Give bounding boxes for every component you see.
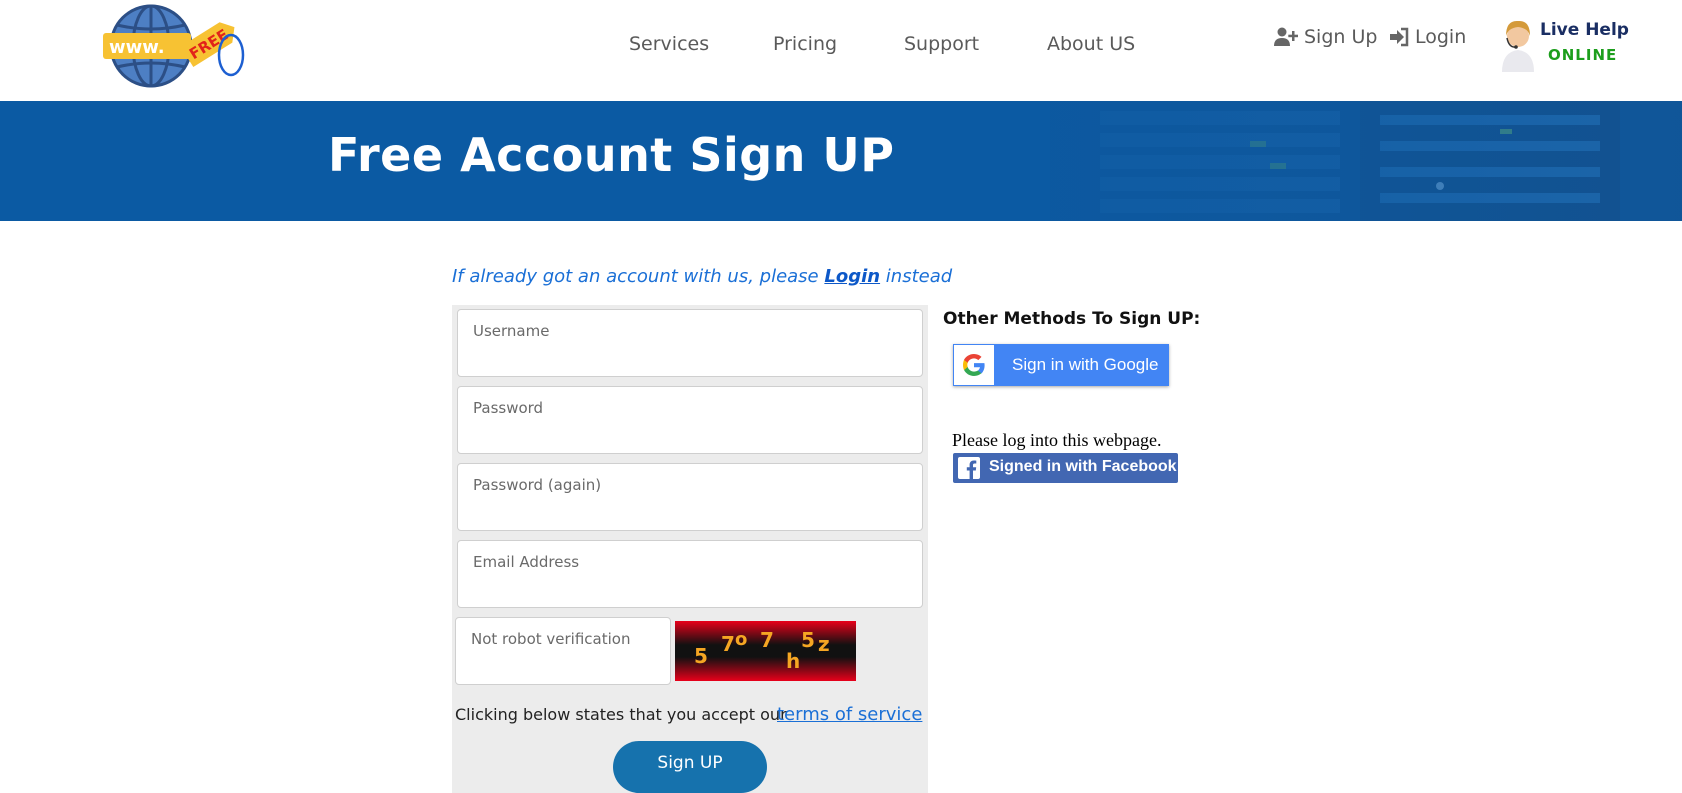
live-help-badge[interactable]: Live Help ONLINE [1496, 16, 1630, 72]
captcha-char: h [786, 649, 800, 673]
header-signup-link[interactable]: Sign Up [1274, 26, 1377, 48]
login-hint-suffix: instead [880, 266, 953, 287]
sign-in-icon [1390, 27, 1409, 47]
live-help-title: Live Help [1540, 20, 1629, 40]
captcha-char: 5 [694, 644, 708, 668]
password-input[interactable] [458, 387, 922, 453]
password-again-field: Password (again) [457, 463, 923, 531]
site-header: www. FREE Services Pricing Support About… [0, 0, 1682, 101]
google-icon-box [954, 345, 994, 385]
facebook-note: Please log into this webpage. [952, 430, 1162, 450]
facebook-signin-label: Signed in with Facebook [989, 458, 1177, 475]
support-agent-icon [1502, 20, 1534, 72]
login-hint-link[interactable]: Login [824, 266, 880, 287]
password-field: Password [457, 386, 923, 454]
nav-about-us[interactable]: About US [1047, 33, 1135, 55]
username-input[interactable] [458, 310, 922, 376]
facebook-signin-button[interactable]: Signed in with Facebook [953, 453, 1178, 483]
email-field: Email Address [457, 540, 923, 608]
captcha-input[interactable] [456, 618, 674, 686]
page-banner: Free Account Sign UP [0, 101, 1682, 221]
page-title: Free Account Sign UP [328, 128, 895, 182]
nav-pricing[interactable]: Pricing [773, 33, 837, 55]
signup-form: Username Password Password (again) Email… [452, 305, 928, 793]
nav-support[interactable]: Support [904, 33, 979, 55]
email-input[interactable] [458, 541, 922, 607]
captcha-field: Not robot verification [455, 617, 674, 686]
live-help-status: ONLINE [1548, 46, 1618, 64]
captcha-char: 7 [721, 632, 735, 656]
captcha-char: z [818, 632, 830, 656]
signup-submit-label: Sign UP [657, 753, 723, 773]
password-again-input[interactable] [458, 464, 922, 530]
login-hint: If already got an account with us, pleas… [452, 266, 952, 287]
user-plus-icon [1274, 27, 1298, 46]
terms-of-service-link[interactable]: terms of service [777, 704, 922, 725]
facebook-icon [958, 457, 980, 479]
header-login-link[interactable]: Login [1389, 26, 1466, 48]
google-signin-button[interactable]: Sign in with Google [953, 344, 1169, 386]
google-signin-label: Sign in with Google [1012, 355, 1159, 374]
signup-submit-button[interactable]: Sign UP [613, 741, 767, 793]
google-icon [963, 354, 985, 376]
header-login-label: Login [1415, 26, 1467, 48]
header-signup-label: Sign Up [1304, 26, 1378, 48]
login-hint-prefix: If already got an account with us, pleas… [452, 266, 825, 287]
captcha-char: 7 [760, 628, 774, 652]
other-methods-title: Other Methods To Sign UP: [943, 309, 1201, 329]
terms-text: Clicking below states that you accept ou… [455, 705, 787, 724]
captcha-char: o [735, 629, 747, 650]
username-field: Username [457, 309, 923, 377]
nav-services[interactable]: Services [629, 33, 709, 55]
captcha-char: 5 [801, 628, 815, 652]
captcha-image: 5 7 o 7 h 5 z [675, 621, 856, 681]
